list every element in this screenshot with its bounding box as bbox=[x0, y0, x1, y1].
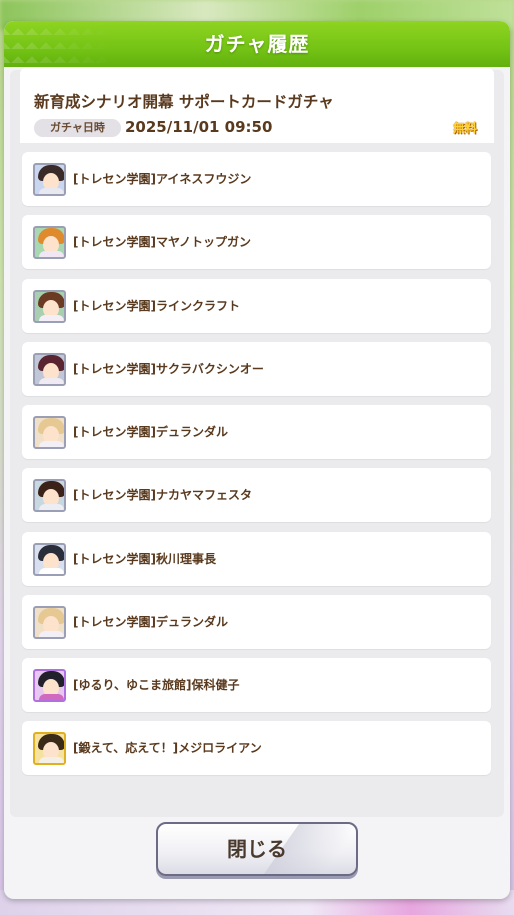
character-thumbnail-icon bbox=[33, 606, 66, 639]
character-thumbnail-icon bbox=[33, 479, 66, 512]
card-name: [トレセン学園]マヤノトップガン bbox=[73, 235, 252, 249]
dialog-title: ガチャ履歴 bbox=[204, 32, 310, 56]
list-item[interactable]: [ゆるり、ゆこま旅館]保科健子 bbox=[22, 658, 491, 712]
price-badge: 無料 bbox=[453, 121, 478, 135]
list-item[interactable]: [トレセン学園]秋川理事長 bbox=[22, 532, 491, 586]
close-button-label: 閉じる bbox=[227, 837, 287, 861]
character-thumbnail-icon bbox=[33, 543, 66, 576]
card-name: [トレセン学園]秋川理事長 bbox=[73, 552, 216, 566]
card-name: [トレセン学園]ラインクラフト bbox=[73, 299, 240, 313]
card-name: [トレセン学園]サクラバクシンオー bbox=[73, 362, 264, 376]
list-item[interactable]: [トレセン学園]アイネスフウジン bbox=[22, 152, 491, 206]
list-item[interactable]: [鍛えて、応えて！]メジロライアン bbox=[22, 721, 491, 775]
character-thumbnail-icon bbox=[33, 416, 66, 449]
card-name: [ゆるり、ゆこま旅館]保科健子 bbox=[73, 678, 240, 692]
character-thumbnail-icon bbox=[33, 353, 66, 386]
character-thumbnail-icon bbox=[33, 226, 66, 259]
gacha-name: 新育成シナリオ開幕 サポートカードガチャ bbox=[34, 93, 334, 111]
list-item[interactable]: [トレセン学園]サクラバクシンオー bbox=[22, 342, 491, 396]
list-item[interactable]: [トレセン学園]マヤノトップガン bbox=[22, 215, 491, 269]
card-name: [トレセン学園]デュランダル bbox=[73, 425, 228, 439]
list-item[interactable]: [トレセン学園]デュランダル bbox=[22, 595, 491, 649]
list-item[interactable]: [トレセン学園]ラインクラフト bbox=[22, 279, 491, 333]
character-thumbnail-icon bbox=[33, 163, 66, 196]
character-thumbnail-icon bbox=[33, 732, 66, 765]
list-item[interactable]: [トレセン学園]デュランダル bbox=[22, 405, 491, 459]
character-thumbnail-icon bbox=[33, 290, 66, 323]
gacha-date-value: 2025/11/01 09:50 bbox=[125, 118, 273, 136]
dialog-header: ガチャ履歴 bbox=[4, 21, 510, 67]
close-button[interactable]: 閉じる bbox=[156, 822, 358, 876]
card-name: [トレセン学園]アイネスフウジン bbox=[73, 172, 252, 186]
character-thumbnail-icon bbox=[33, 669, 66, 702]
card-name: [鍛えて、応えて！]メジロライアン bbox=[73, 741, 262, 755]
gacha-date-label: ガチャ日時 bbox=[34, 119, 121, 137]
list-item[interactable]: [トレセン学園]ナカヤマフェスタ bbox=[22, 468, 491, 522]
card-name: [トレセン学園]ナカヤマフェスタ bbox=[73, 488, 252, 502]
card-name: [トレセン学園]デュランダル bbox=[73, 615, 228, 629]
